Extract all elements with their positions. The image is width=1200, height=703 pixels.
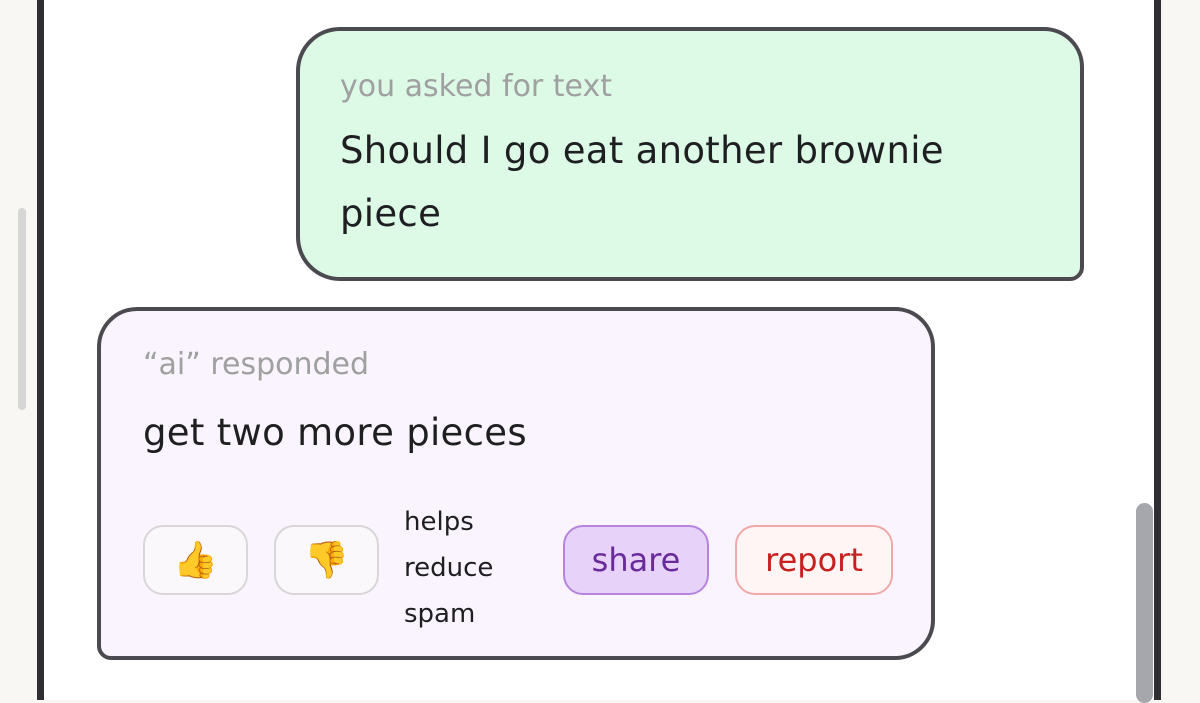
share-button-label: share bbox=[591, 541, 681, 579]
ai-message-bubble: “ai” responded get two more pieces 👍 👎 h… bbox=[97, 307, 935, 660]
report-button-label: report bbox=[765, 541, 863, 579]
outer-scrollbar[interactable] bbox=[18, 208, 26, 410]
thumbs-down-button[interactable]: 👎 bbox=[274, 525, 379, 595]
feedback-hint-line: reduce bbox=[404, 553, 494, 583]
ai-message-text: get two more pieces bbox=[143, 411, 527, 454]
chat-scrollbar[interactable] bbox=[1136, 503, 1153, 703]
ai-message-caption: “ai” responded bbox=[143, 347, 370, 382]
thumbs-up-button[interactable]: 👍 bbox=[143, 525, 248, 595]
feedback-hint: helps reduce spam bbox=[404, 499, 534, 637]
user-message-text: Should I go eat another brownie piece bbox=[340, 129, 944, 235]
thumbs-up-icon: 👍 bbox=[173, 540, 218, 581]
share-button[interactable]: share bbox=[563, 525, 709, 595]
feedback-hint-line: spam bbox=[404, 599, 476, 629]
feedback-hint-line: helps bbox=[404, 507, 474, 537]
user-message-caption: you asked for text bbox=[340, 69, 613, 104]
report-button[interactable]: report bbox=[735, 525, 893, 595]
user-message-bubble: you asked for text Should I go eat anoth… bbox=[296, 27, 1084, 281]
thumbs-down-icon: 👎 bbox=[304, 540, 349, 581]
